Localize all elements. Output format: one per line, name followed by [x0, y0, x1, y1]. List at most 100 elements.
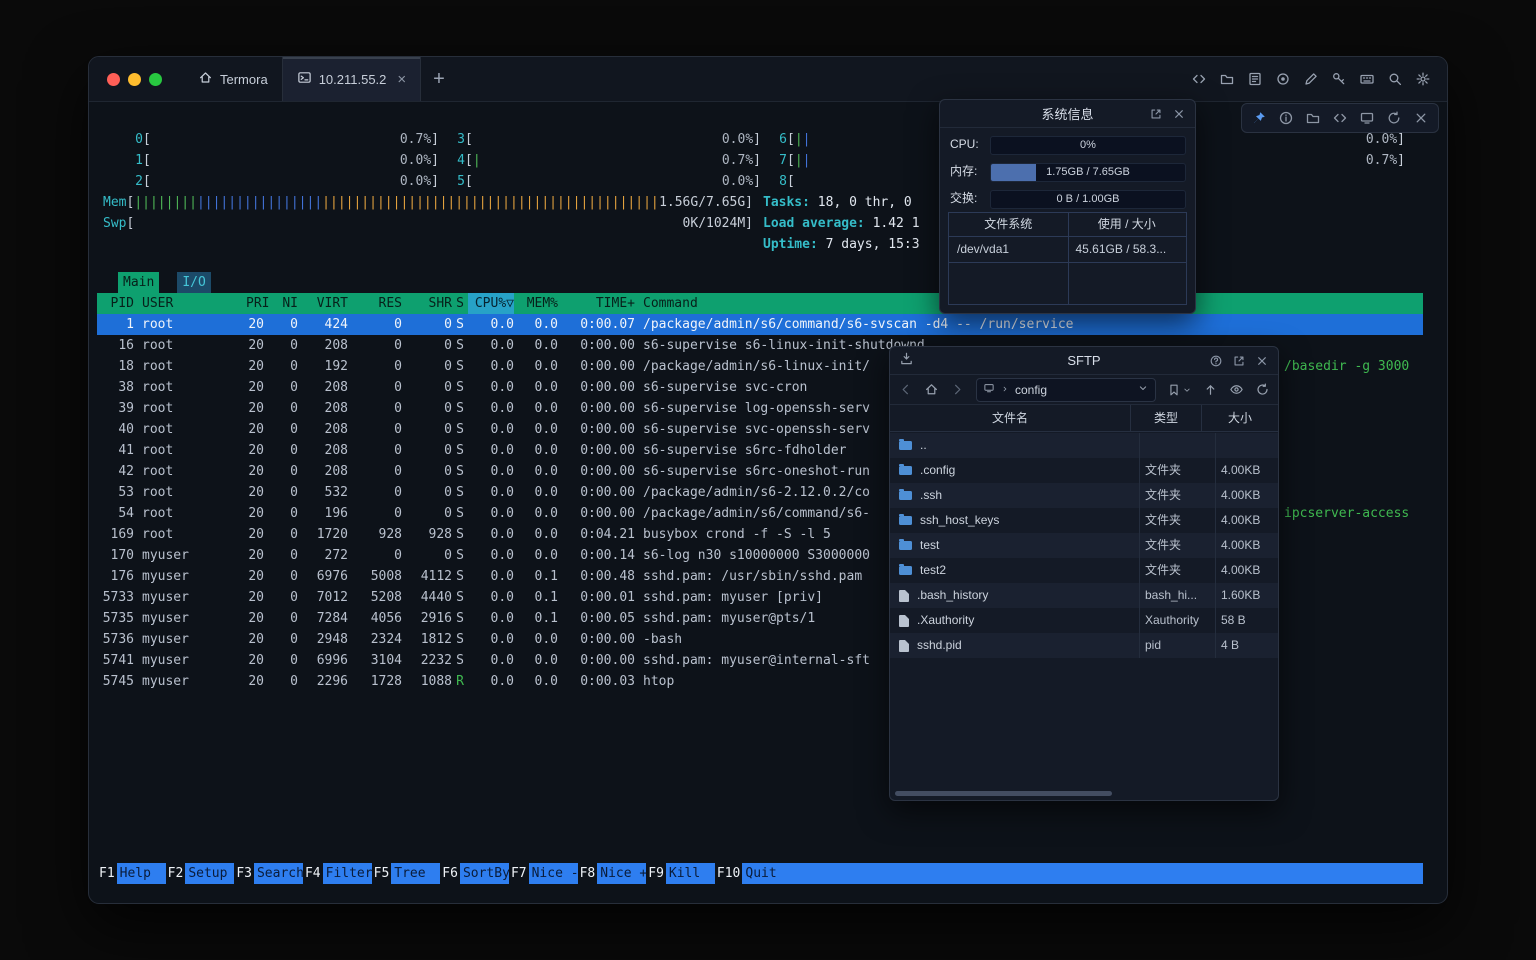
- file-row-test[interactable]: test文件夹4.00KB: [890, 533, 1278, 558]
- system-info-header: 系统信息: [940, 100, 1195, 128]
- folder-icon[interactable]: [1305, 110, 1321, 126]
- home-icon[interactable]: [924, 382, 939, 397]
- file-row-.Xauthority[interactable]: .XauthorityXauthority58 B: [890, 608, 1278, 633]
- bookmark-group[interactable]: [1167, 383, 1192, 397]
- fs-col-name: 文件系统: [949, 213, 1068, 236]
- refresh-icon[interactable]: [1255, 382, 1270, 397]
- code-icon[interactable]: [1332, 110, 1348, 126]
- close-button[interactable]: [107, 73, 120, 86]
- forward-icon[interactable]: [950, 382, 965, 397]
- keyboard-icon[interactable]: [1359, 71, 1375, 87]
- summary-line: Tasks: 18, 0 thr, 0: [763, 192, 920, 213]
- col-state[interactable]: S: [452, 293, 468, 314]
- fkey-f7[interactable]: F7Nice -: [509, 863, 578, 884]
- metric-value: 0 B / 1.00GB: [991, 191, 1185, 207]
- file-row-sshd.pid[interactable]: sshd.pidpid4 B: [890, 633, 1278, 658]
- fkey-f2[interactable]: F2Setup: [166, 863, 235, 884]
- col-cpu-sort[interactable]: CPU%▽: [468, 293, 514, 314]
- horizontal-scrollbar[interactable]: [895, 791, 1112, 796]
- external-icon[interactable]: [1232, 354, 1246, 368]
- htop-tab-i-o[interactable]: I/O: [177, 272, 210, 293]
- fs-usage: 45.61GB / 58.3...: [1068, 237, 1187, 262]
- close-icon[interactable]: [1255, 354, 1269, 368]
- sftp-panel: SFTP config 文件名 类型 大小 ...config文件夹4.: [889, 346, 1279, 801]
- col-pri[interactable]: PRI: [246, 293, 264, 314]
- htop-tab-main[interactable]: Main: [118, 272, 159, 293]
- caret-icon[interactable]: [1182, 385, 1192, 395]
- file-size: 1.60KB: [1215, 583, 1278, 608]
- file-size: 58 B: [1215, 608, 1278, 633]
- folder-icon[interactable]: [1219, 71, 1235, 87]
- fkey-f8[interactable]: F8Nice +: [578, 863, 647, 884]
- zoom-button[interactable]: [149, 73, 162, 86]
- metric-bar: 0 B / 1.00GB: [990, 190, 1186, 209]
- record-icon[interactable]: [1275, 71, 1291, 87]
- settings-icon[interactable]: [1415, 71, 1431, 87]
- sftp-col-filename[interactable]: 文件名: [890, 405, 1130, 431]
- tab-home[interactable]: Termora: [184, 57, 282, 101]
- file-row-.ssh[interactable]: .ssh文件夹4.00KB: [890, 483, 1278, 508]
- fkey-f5[interactable]: F5Tree: [372, 863, 441, 884]
- help-icon[interactable]: [1209, 354, 1223, 368]
- close-icon[interactable]: [1413, 110, 1429, 126]
- tab-home-label: Termora: [220, 72, 268, 87]
- fkey-f9[interactable]: F9Kill: [646, 863, 715, 884]
- folder-icon: [899, 541, 912, 550]
- process-table-header[interactable]: PID USER PRI NI VIRT RES SHR S CPU%▽ MEM…: [97, 293, 1423, 314]
- filesystem-table: 文件系统 使用 / 大小 /dev/vda1 45.61GB / 58.3...: [948, 212, 1187, 305]
- col-virt[interactable]: VIRT: [298, 293, 348, 314]
- tab-close-icon[interactable]: ×: [397, 71, 406, 88]
- close-icon[interactable]: [1172, 107, 1186, 121]
- up-icon[interactable]: [1203, 382, 1218, 397]
- fkey-f3[interactable]: F3Search: [234, 863, 303, 884]
- path-breadcrumb[interactable]: config: [976, 378, 1156, 402]
- fkey-f1[interactable]: F1Help: [97, 863, 166, 884]
- sysinfo-meter: 交换:0 B / 1.00GB: [940, 190, 1195, 207]
- monitor-icon[interactable]: [1359, 110, 1375, 126]
- info-icon[interactable]: [1278, 110, 1294, 126]
- sftp-col-size[interactable]: 大小: [1201, 405, 1278, 431]
- eye-icon[interactable]: [1229, 382, 1244, 397]
- file-row-.bash_history[interactable]: .bash_historybash_hi...1.60KB: [890, 583, 1278, 608]
- file-row-..[interactable]: ..: [890, 433, 1278, 458]
- edit-icon[interactable]: [1303, 71, 1319, 87]
- titlebar: Termora 10.211.55.2 × +: [89, 57, 1447, 102]
- col-mem[interactable]: MEM%: [514, 293, 558, 314]
- col-ni[interactable]: NI: [264, 293, 298, 314]
- file-row-.config[interactable]: .config文件夹4.00KB: [890, 458, 1278, 483]
- metric-value: 1.75GB / 7.65GB: [991, 164, 1185, 180]
- file-name: .Xauthority: [917, 608, 974, 633]
- sftp-col-type[interactable]: 类型: [1130, 405, 1201, 431]
- file-name: .ssh: [920, 483, 942, 508]
- col-time[interactable]: TIME+: [558, 293, 635, 314]
- col-pid[interactable]: PID: [97, 293, 134, 314]
- fkey-f10[interactable]: F10Quit: [715, 863, 791, 884]
- fs-col-usage: 使用 / 大小: [1068, 213, 1187, 236]
- file-name: ssh_host_keys: [920, 508, 999, 533]
- bookmark-icon[interactable]: [1167, 383, 1181, 397]
- refresh-icon[interactable]: [1386, 110, 1402, 126]
- file-row-test2[interactable]: test2文件夹4.00KB: [890, 558, 1278, 583]
- chevron-icon: [1000, 384, 1010, 394]
- pin-icon[interactable]: [1251, 110, 1267, 126]
- minimize-button[interactable]: [128, 73, 141, 86]
- fkey-f4[interactable]: F4Filter: [303, 863, 372, 884]
- process-row-1[interactable]: 1root20042400S0.00.00:00.07/package/admi…: [97, 314, 1423, 335]
- file-name: test: [920, 533, 939, 558]
- tab-session[interactable]: 10.211.55.2 ×: [282, 57, 421, 101]
- cpu-meter-3: 3[0.0%]: [441, 129, 761, 150]
- caret-icon[interactable]: [1137, 382, 1149, 394]
- code-icon[interactable]: [1191, 71, 1207, 87]
- file-row-ssh_host_keys[interactable]: ssh_host_keys文件夹4.00KB: [890, 508, 1278, 533]
- external-icon[interactable]: [1149, 107, 1163, 121]
- back-icon[interactable]: [898, 382, 913, 397]
- log-icon[interactable]: [1247, 71, 1263, 87]
- key-icon[interactable]: [1331, 71, 1347, 87]
- search-icon[interactable]: [1387, 71, 1403, 87]
- sftp-table-header[interactable]: 文件名 类型 大小: [890, 405, 1278, 432]
- col-shr[interactable]: SHR: [402, 293, 452, 314]
- new-tab-button[interactable]: +: [433, 57, 445, 101]
- col-res[interactable]: RES: [348, 293, 402, 314]
- fkey-f6[interactable]: F6SortBy: [440, 863, 509, 884]
- col-user[interactable]: USER: [134, 293, 246, 314]
